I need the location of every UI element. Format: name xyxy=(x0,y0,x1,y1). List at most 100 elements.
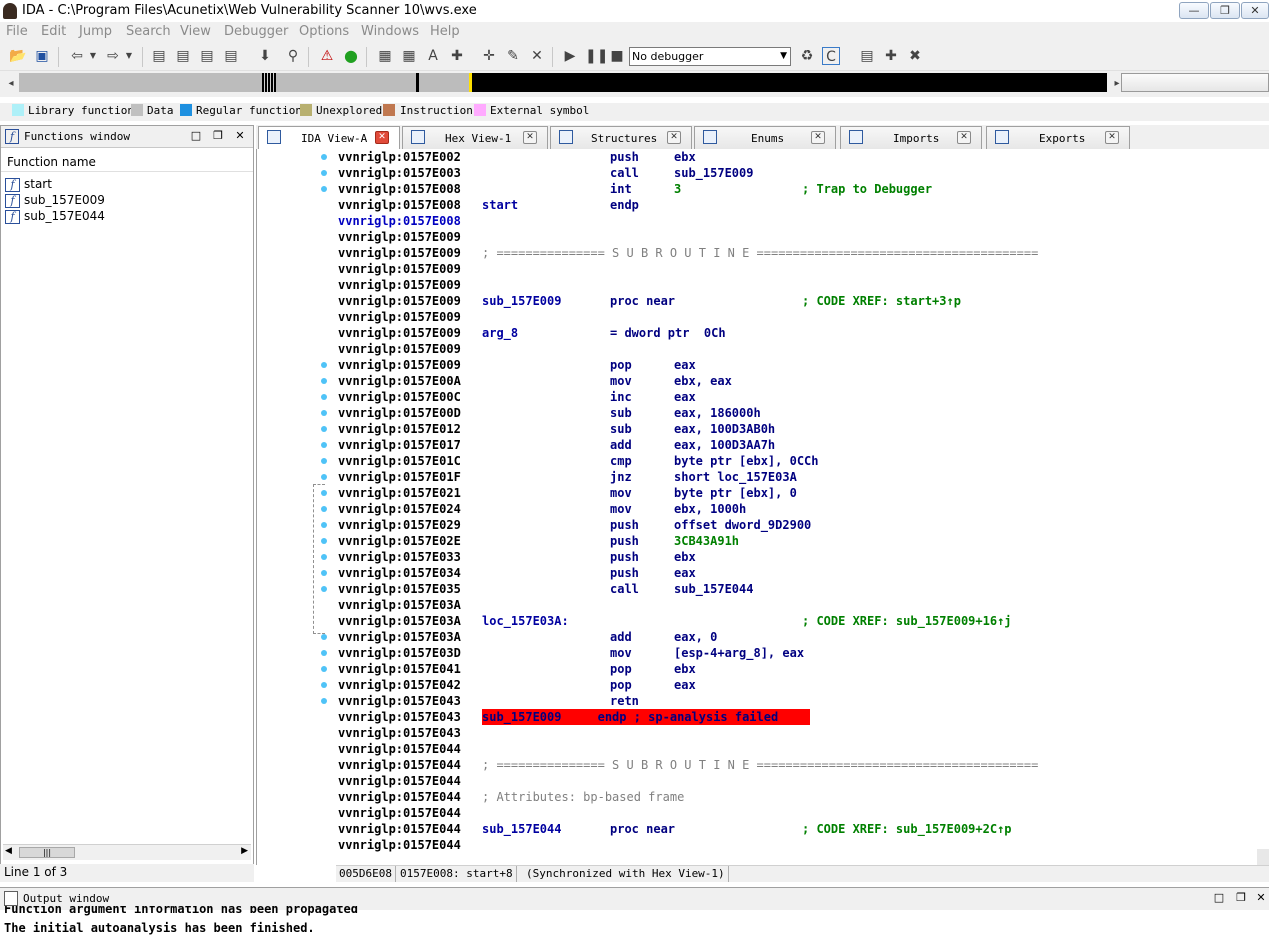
search-text-icon[interactable]: ▤ xyxy=(174,47,192,65)
disassembly-status-bar: 005D6E08 0157E008: start+8 (Synchronized… xyxy=(336,865,1269,882)
breakpoint-dot[interactable] xyxy=(321,682,327,688)
panel-float-icon[interactable]: ❐ xyxy=(211,129,225,143)
scrollbar-thumb[interactable]: ||| xyxy=(19,847,75,858)
breakpoint-dot[interactable] xyxy=(321,186,327,192)
tab-hex-view-1[interactable]: Hex View-1 ✕ xyxy=(402,126,548,149)
title-bar: IDA - C:\Program Files\Acunetix\Web Vuln… xyxy=(0,0,1269,22)
cross-icon[interactable]: ✛ xyxy=(480,47,498,65)
breakpoint-dot[interactable] xyxy=(321,490,327,496)
tab-exports[interactable]: Exports ✕ xyxy=(986,126,1130,149)
add-icon[interactable]: ✚ xyxy=(448,47,466,65)
menu-view[interactable]: View xyxy=(180,24,211,39)
breakpoint-dot[interactable] xyxy=(321,410,327,416)
navigation-strip[interactable] xyxy=(19,73,1107,92)
breakpoint-dot[interactable] xyxy=(321,538,327,544)
menu-edit[interactable]: Edit xyxy=(41,24,66,39)
find-icon[interactable]: ⚲ xyxy=(284,47,302,65)
tab-ida-view-a[interactable]: IDA View-A ✕ xyxy=(258,126,400,150)
panel-minimize-icon[interactable]: □ xyxy=(189,129,203,143)
close-button[interactable]: ✕ xyxy=(1241,2,1269,19)
make-code-icon[interactable]: ▦ xyxy=(376,47,394,65)
debugger-select[interactable]: No debugger ▼ xyxy=(629,47,791,66)
tab-structures[interactable]: Structures ✕ xyxy=(550,126,692,149)
nav-left-icon[interactable]: ◂ xyxy=(2,75,20,93)
menu-debugger[interactable]: Debugger xyxy=(224,24,288,39)
open-icon[interactable]: 📂 xyxy=(9,47,27,65)
breakpoint-dot[interactable] xyxy=(321,170,327,176)
breakpoint-dot[interactable] xyxy=(321,362,327,368)
tab-imports[interactable]: Imports ✕ xyxy=(840,126,982,149)
vertical-scrollbar[interactable] xyxy=(1257,849,1269,865)
function-icon: f xyxy=(5,177,20,192)
panel-float-icon[interactable]: ❐ xyxy=(1234,891,1248,905)
menu-jump[interactable]: Jump xyxy=(79,24,112,39)
menu-windows[interactable]: Windows xyxy=(361,24,419,39)
scroll-right-icon[interactable]: ▶ xyxy=(241,846,248,856)
warning-icon[interactable]: ⚠ xyxy=(318,47,336,65)
functions-horizontal-scrollbar[interactable]: ◀ ||| ▶ xyxy=(3,844,251,860)
close-icon[interactable]: ✕ xyxy=(957,131,971,144)
breakpoint-dot[interactable] xyxy=(321,506,327,512)
make-string-icon[interactable]: A xyxy=(424,47,442,65)
disassembly-view[interactable]: vvnriglp:0157E002 push ebx vvnriglp:0157E00… xyxy=(256,149,1269,865)
delete-breakpoint-icon[interactable]: ✖ xyxy=(906,47,924,65)
breakpoint-dot[interactable] xyxy=(321,378,327,384)
breakpoint-dot[interactable] xyxy=(321,522,327,528)
breakpoint-dot[interactable] xyxy=(321,154,327,160)
pen-icon[interactable]: ✎ xyxy=(504,47,522,65)
function-item-sub-157e009[interactable]: f sub_157E009 xyxy=(5,193,105,209)
breakpoint-dot[interactable] xyxy=(321,394,327,400)
maximize-button[interactable]: ❐ xyxy=(1210,2,1240,19)
save-icon[interactable]: ▣ xyxy=(33,47,51,65)
breakpoint-dot[interactable] xyxy=(321,442,327,448)
search-binary-icon[interactable]: ▤ xyxy=(150,47,168,65)
search-next-icon[interactable]: ▤ xyxy=(222,47,240,65)
breakpoint-dot[interactable] xyxy=(321,634,327,640)
undefine-icon[interactable]: ✕ xyxy=(528,47,546,65)
ida-logo-icon xyxy=(3,3,17,19)
function-item-sub-157e044[interactable]: f sub_157E044 xyxy=(5,209,105,225)
back-dropdown-icon[interactable]: ▼ xyxy=(84,47,102,65)
scroll-left-icon[interactable]: ◀ xyxy=(5,846,12,856)
green-light-icon[interactable]: ● xyxy=(342,47,360,65)
panel-close-icon[interactable]: ✕ xyxy=(233,129,247,143)
stop-icon[interactable]: ■ xyxy=(608,47,626,65)
navigation-select[interactable] xyxy=(1121,73,1269,92)
breakpoint-list-icon[interactable]: ▤ xyxy=(858,47,876,65)
sync-icon[interactable]: C xyxy=(822,47,840,65)
breakpoint-dot[interactable] xyxy=(321,554,327,560)
switch-debugger-icon[interactable]: ♻ xyxy=(798,47,816,65)
breakpoint-dot[interactable] xyxy=(321,666,327,672)
menu-help[interactable]: Help xyxy=(430,24,460,39)
add-breakpoint-icon[interactable]: ✚ xyxy=(882,47,900,65)
forward-dropdown-icon[interactable]: ▼ xyxy=(120,47,138,65)
search-immediate-icon[interactable]: ▤ xyxy=(198,47,216,65)
breakpoint-dot[interactable] xyxy=(321,474,327,480)
close-icon[interactable]: ✕ xyxy=(811,131,825,144)
panel-close-icon[interactable]: ✕ xyxy=(1254,891,1268,905)
down-arrow-icon[interactable]: ⬇ xyxy=(256,47,274,65)
menu-search[interactable]: Search xyxy=(126,24,171,39)
make-data-icon[interactable]: ▦ xyxy=(400,47,418,65)
run-icon[interactable]: ▶ xyxy=(561,47,579,65)
function-name-column-header[interactable]: Function name xyxy=(1,152,253,172)
close-icon[interactable]: ✕ xyxy=(523,131,537,144)
tab-enums[interactable]: Enums ✕ xyxy=(694,126,836,149)
breakpoint-dot[interactable] xyxy=(321,570,327,576)
pause-icon[interactable]: ❚❚ xyxy=(585,47,608,65)
minimize-button[interactable]: — xyxy=(1179,2,1209,19)
line-mnemonic: call xyxy=(610,582,639,596)
function-item-start[interactable]: f start xyxy=(5,177,52,193)
breakpoint-dot[interactable] xyxy=(321,698,327,704)
breakpoint-dot[interactable] xyxy=(321,426,327,432)
panel-minimize-icon[interactable]: □ xyxy=(1212,891,1226,905)
breakpoint-dot[interactable] xyxy=(321,650,327,656)
close-icon[interactable]: ✕ xyxy=(1105,131,1119,144)
menu-file[interactable]: File xyxy=(6,24,28,39)
breakpoint-dot[interactable] xyxy=(321,586,327,592)
line-address: vvnriglp:0157E035 xyxy=(338,582,461,596)
breakpoint-dot[interactable] xyxy=(321,458,327,464)
close-icon[interactable]: ✕ xyxy=(667,131,681,144)
menu-options[interactable]: Options xyxy=(299,24,349,39)
close-icon[interactable]: ✕ xyxy=(375,131,389,144)
